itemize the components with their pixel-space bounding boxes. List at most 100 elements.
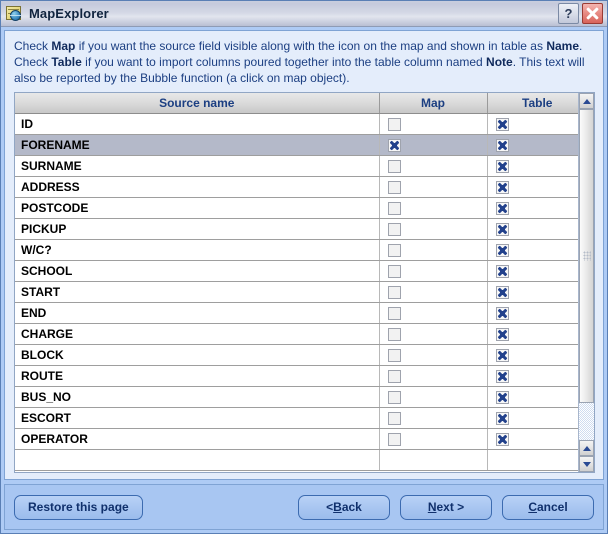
cell-map-checkbox[interactable]: [379, 218, 488, 240]
map-checkbox[interactable]: [387, 285, 401, 299]
cell-table-checkbox[interactable]: [487, 134, 578, 156]
cell-table-checkbox[interactable]: [487, 218, 578, 240]
map-checkbox[interactable]: [387, 138, 401, 152]
table-row[interactable]: POSTCODE: [15, 197, 578, 219]
cell-map-checkbox[interactable]: [379, 155, 488, 177]
cell-table-checkbox[interactable]: [487, 344, 578, 366]
cell-map-checkbox[interactable]: [379, 302, 488, 324]
help-button[interactable]: ?: [558, 3, 579, 24]
map-checkbox[interactable]: [387, 201, 401, 215]
map-checkbox[interactable]: [387, 222, 401, 236]
table-checkbox[interactable]: [495, 243, 509, 257]
table-row[interactable]: [15, 449, 578, 471]
map-checkbox[interactable]: [387, 327, 401, 341]
table-checkbox[interactable]: [495, 432, 509, 446]
table-checkbox[interactable]: [495, 411, 509, 425]
map-checkbox[interactable]: [387, 369, 401, 383]
table-row[interactable]: CHARGE: [15, 323, 578, 345]
cell-table-checkbox[interactable]: [487, 239, 578, 261]
table-row[interactable]: BUS_NO: [15, 386, 578, 408]
cell-map-checkbox[interactable]: [379, 176, 488, 198]
table-checkbox[interactable]: [495, 117, 509, 131]
cell-map-checkbox[interactable]: [379, 407, 488, 429]
close-button[interactable]: [582, 3, 603, 24]
table-row[interactable]: ADDRESS: [15, 176, 578, 198]
cell-map-checkbox[interactable]: [379, 365, 488, 387]
table-row[interactable]: BLOCK: [15, 344, 578, 366]
table-row[interactable]: OPERATOR: [15, 428, 578, 450]
scrollbar-track[interactable]: [579, 403, 594, 440]
map-checkbox[interactable]: [387, 264, 401, 278]
map-checkbox[interactable]: [387, 390, 401, 404]
scroll-up-button[interactable]: [579, 93, 594, 109]
table-checkbox[interactable]: [495, 138, 509, 152]
vertical-scrollbar[interactable]: [578, 93, 594, 472]
map-checkbox[interactable]: [387, 411, 401, 425]
table-row[interactable]: ROUTE: [15, 365, 578, 387]
cell-map-checkbox[interactable]: [379, 428, 488, 450]
table-checkbox[interactable]: [495, 201, 509, 215]
cell-map-checkbox[interactable]: [379, 323, 488, 345]
map-checkbox[interactable]: [387, 180, 401, 194]
column-header-map[interactable]: Map: [379, 93, 488, 114]
cell-table-checkbox[interactable]: [487, 260, 578, 282]
table-row[interactable]: ID: [15, 113, 578, 135]
cell-table-checkbox[interactable]: [487, 176, 578, 198]
scroll-up-button-bottom[interactable]: [579, 440, 594, 456]
restore-this-page-button[interactable]: Restore this page: [14, 494, 143, 520]
table-row[interactable]: FORENAME: [15, 134, 578, 156]
table-checkbox[interactable]: [495, 222, 509, 236]
scrollbar-thumb[interactable]: [579, 109, 594, 403]
table-checkbox[interactable]: [495, 369, 509, 383]
cell-table-checkbox[interactable]: [487, 449, 578, 471]
map-checkbox[interactable]: [387, 159, 401, 173]
cell-map-checkbox[interactable]: [379, 281, 488, 303]
next-button[interactable]: Next >: [400, 494, 492, 520]
table-checkbox[interactable]: [495, 285, 509, 299]
cell-map-checkbox[interactable]: [379, 239, 488, 261]
table-row[interactable]: SURNAME: [15, 155, 578, 177]
cell-map-checkbox[interactable]: [379, 260, 488, 282]
map-checkbox[interactable]: [387, 432, 401, 446]
cell-table-checkbox[interactable]: [487, 197, 578, 219]
cell-map-checkbox[interactable]: [379, 449, 488, 471]
cell-table-checkbox[interactable]: [487, 281, 578, 303]
table-checkbox[interactable]: [495, 264, 509, 278]
cell-map-checkbox[interactable]: [379, 113, 488, 135]
cancel-button[interactable]: Cancel: [502, 494, 594, 520]
cell-table-checkbox[interactable]: [487, 302, 578, 324]
cell-table-checkbox[interactable]: [487, 155, 578, 177]
map-checkbox[interactable]: [387, 243, 401, 257]
map-checkbox[interactable]: [387, 306, 401, 320]
map-checkbox[interactable]: [387, 348, 401, 362]
table-checkbox[interactable]: [495, 348, 509, 362]
table-row[interactable]: SCHOOL: [15, 260, 578, 282]
table-row[interactable]: END: [15, 302, 578, 324]
cell-table-checkbox[interactable]: [487, 323, 578, 345]
column-header-source-name[interactable]: Source name: [15, 93, 380, 114]
map-checkbox[interactable]: [387, 117, 401, 131]
table-row[interactable]: ESCORT: [15, 407, 578, 429]
table-row[interactable]: PICKUP: [15, 218, 578, 240]
cell-table-checkbox[interactable]: [487, 365, 578, 387]
cell-map-checkbox[interactable]: [379, 386, 488, 408]
table-row[interactable]: W/C?: [15, 239, 578, 261]
table-checkbox[interactable]: [495, 159, 509, 173]
column-header-table[interactable]: Table: [487, 93, 578, 114]
cell-table-checkbox[interactable]: [487, 386, 578, 408]
back-button[interactable]: < Back: [298, 494, 390, 520]
scrollbar-grip-icon: [582, 251, 591, 261]
table-checkbox[interactable]: [495, 390, 509, 404]
cell-table-checkbox[interactable]: [487, 428, 578, 450]
table-checkbox[interactable]: [495, 180, 509, 194]
map-globe-icon: [6, 5, 23, 22]
cell-map-checkbox[interactable]: [379, 344, 488, 366]
cell-map-checkbox[interactable]: [379, 197, 488, 219]
cell-map-checkbox[interactable]: [379, 134, 488, 156]
cell-table-checkbox[interactable]: [487, 407, 578, 429]
table-row[interactable]: START: [15, 281, 578, 303]
cell-table-checkbox[interactable]: [487, 113, 578, 135]
scroll-down-button[interactable]: [579, 456, 594, 472]
table-checkbox[interactable]: [495, 306, 509, 320]
table-checkbox[interactable]: [495, 327, 509, 341]
